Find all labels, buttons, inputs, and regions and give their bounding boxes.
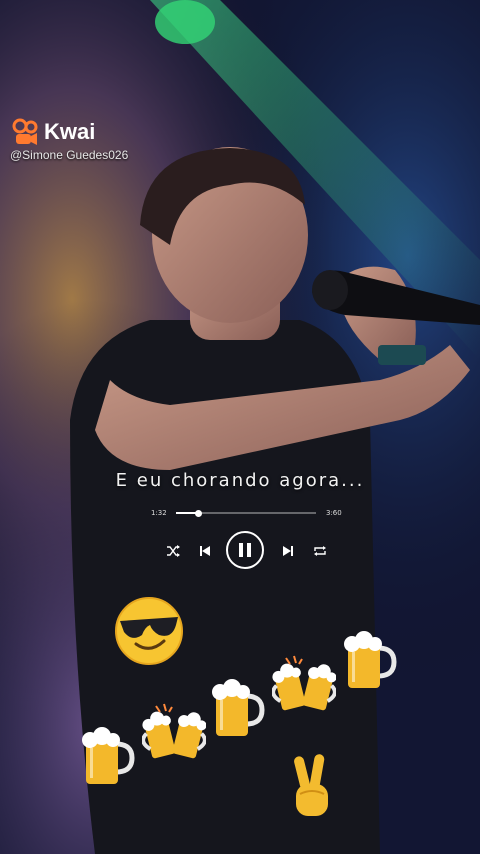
pause-button[interactable] <box>226 531 264 569</box>
elapsed-time: 1:32 <box>151 509 167 517</box>
repeat-icon[interactable] <box>313 545 327 557</box>
clinking-beer-emoji <box>142 703 206 759</box>
victory-hand-emoji <box>294 754 328 816</box>
total-duration: 3:60 <box>326 509 342 517</box>
video-frame[interactable]: Kwai @Simone Guedes026 E eu chorando ago… <box>0 0 480 854</box>
next-icon[interactable] <box>282 545 294 557</box>
previous-icon[interactable] <box>199 545 211 557</box>
kwai-logo-icon <box>12 118 38 145</box>
lyric-caption: E eu chorando agora... <box>115 470 365 491</box>
sunglasses-emoji <box>115 597 183 665</box>
brand-name: Kwai <box>44 119 96 144</box>
pause-icon <box>239 543 251 557</box>
beer-mug-emoji <box>212 679 265 736</box>
beer-mug-emoji <box>344 631 397 688</box>
progress-bar[interactable] <box>176 509 316 517</box>
clinking-beer-emoji <box>272 655 336 711</box>
shuffle-icon[interactable] <box>166 545 180 557</box>
beer-mug-emoji <box>82 727 135 784</box>
progress-knob[interactable] <box>194 509 202 517</box>
kwai-watermark: Kwai <box>12 118 95 146</box>
user-handle[interactable]: @Simone Guedes026 <box>10 148 128 162</box>
